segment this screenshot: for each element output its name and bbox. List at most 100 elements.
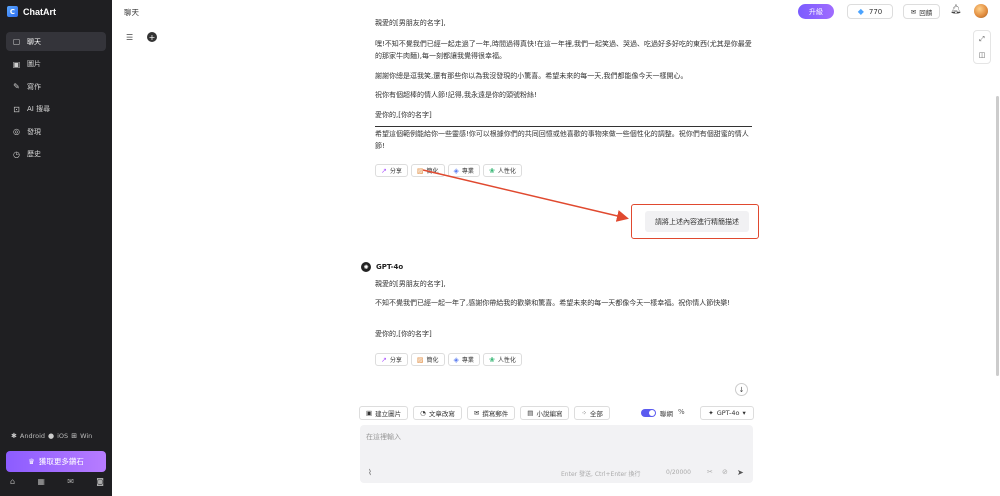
- image-icon: ▣: [12, 59, 21, 69]
- discover-icon: ◎: [13, 127, 20, 136]
- chat-icon: ▢: [12, 37, 21, 46]
- simplify-button[interactable]: ▨ 簡化: [410, 164, 445, 177]
- gift-icon[interactable]: ▦: [37, 477, 45, 486]
- professional-icon: ◈: [453, 166, 459, 175]
- create-image-button[interactable]: ▣ 建立圖片: [359, 406, 409, 420]
- expand-icon[interactable]: ⤢: [979, 35, 985, 44]
- reply-actions: ↗ 分享 ▨ 簡化 ◈ 專業 ❀ 人性化: [375, 353, 522, 366]
- divider: [375, 126, 752, 127]
- message-input[interactable]: [366, 432, 666, 446]
- sidebar-bottom-bar: ⌂ ▦ ✉ ◙: [10, 477, 104, 486]
- mail-icon[interactable]: ✉: [67, 477, 74, 486]
- reply-paragraph: 不知不覺我們已經一起一年了,感謝你帶給我的歡樂和驚喜。希望未來的每一天都像今天一…: [375, 299, 731, 307]
- write-email-button[interactable]: ✉ 撰寫郵件: [466, 406, 516, 420]
- chip-label: 文章改寫: [428, 410, 455, 418]
- microphone-icon[interactable]: ⊘: [722, 468, 728, 476]
- percent-icon[interactable]: %: [678, 408, 685, 416]
- chip-label: 撰寫郵件: [482, 410, 509, 418]
- sidebar-item-ai-search[interactable]: ⊡ AI 搜尋: [6, 100, 106, 119]
- novel-writing-button[interactable]: ▤ 小說編寫: [520, 406, 570, 420]
- sidebar-item-discover[interactable]: ◎ 發現: [6, 122, 106, 141]
- chevron-down-icon: ▾: [742, 409, 746, 417]
- simplify-button[interactable]: ▨ 簡化: [410, 353, 445, 366]
- avatar[interactable]: [974, 4, 988, 18]
- sidebar-item-label: 聊天: [27, 37, 41, 46]
- all-tools-button[interactable]: ⁘ 全部: [574, 406, 610, 420]
- feedback-button[interactable]: ✉ 回饋: [903, 4, 940, 19]
- new-chat-icon[interactable]: +: [147, 32, 157, 42]
- scrollbar-thumb[interactable]: [996, 96, 999, 376]
- feedback-label: 回饋: [919, 8, 933, 17]
- novel-icon: ▤: [527, 409, 534, 417]
- model-select[interactable]: ✦ GPT-4o ▾: [700, 406, 754, 420]
- paperclip-icon[interactable]: ⌇: [368, 468, 372, 477]
- professional-button[interactable]: ◈ 專業: [447, 164, 480, 177]
- scissors-icon[interactable]: ✂: [707, 468, 713, 476]
- sidebar-item-history[interactable]: ◷ 歷史: [6, 145, 106, 164]
- message-paragraph: 謝謝你總是逗我笑,還有那些你以為我沒發現的小驚喜。希望未來的每一天,我們都能像今…: [375, 72, 688, 80]
- user-message: 請將上述內容進行精簡描述: [645, 211, 749, 232]
- mail-icon: ✉: [910, 7, 917, 16]
- create-image-icon: ▣: [366, 409, 373, 417]
- input-hint: Enter 發送, Ctrl+Enter 換行: [561, 471, 641, 478]
- ai-search-icon: ⊡: [13, 104, 20, 114]
- humanize-button[interactable]: ❀ 人性化: [482, 164, 522, 177]
- conversation-list-icon[interactable]: ☰: [126, 33, 133, 42]
- chip-label: 小說編寫: [536, 410, 563, 418]
- discord-icon[interactable]: ◙: [96, 477, 104, 486]
- input-toolbar: ▣ 建立圖片 ◔ 文章改寫 ✉ 撰寫郵件 ▤ 小說編寫 ⁘ 全部: [359, 406, 610, 420]
- sidebar-item-label: AI 搜尋: [27, 105, 51, 113]
- windows-icon[interactable]: ⊞: [71, 432, 77, 440]
- message-input-box: ⌇ Enter 發送, Ctrl+Enter 換行 0/20000 ✂ ⊘ ➤: [360, 425, 753, 483]
- action-label: 分享: [389, 168, 402, 175]
- bell-icon[interactable]: 🔔︎: [950, 5, 961, 15]
- professional-icon: ◈: [453, 355, 459, 364]
- sidebar-nav: ▢ 聊天 ▣ 圖片 ✎ 寫作 ⊡ AI 搜尋 ◎ 發現 ◷ 歷史: [6, 32, 106, 167]
- network-label: 聯網: [660, 410, 673, 418]
- professional-button[interactable]: ◈ 專業: [447, 353, 480, 366]
- sparkle-icon: ✦: [708, 409, 714, 417]
- share-icon: ↗: [381, 166, 387, 175]
- email-icon: ✉: [473, 409, 480, 417]
- get-more-diamonds-button[interactable]: ♛ 獲取更多鑽石: [6, 451, 106, 472]
- bot-name: GPT-4o: [376, 263, 404, 271]
- android-icon[interactable]: ✱: [11, 432, 17, 440]
- message-paragraph: 祝你有個超棒的情人節!記得,我永遠是你的頭號粉絲!: [375, 91, 537, 99]
- share-button[interactable]: ↗ 分享: [375, 353, 408, 366]
- rewrite-icon: ◔: [420, 409, 426, 417]
- network-toggle[interactable]: 聯網: [641, 408, 673, 418]
- share-button[interactable]: ↗ 分享: [375, 164, 408, 177]
- message-paragraph: 愛你的,[你的名字]: [375, 111, 432, 119]
- apple-icon[interactable]: ●: [48, 432, 54, 440]
- sidebar: C ChatArt ▢ 聊天 ▣ 圖片 ✎ 寫作 ⊡ AI 搜尋 ◎ 發現 ◷ …: [0, 0, 112, 496]
- sidebar-item-chat[interactable]: ▢ 聊天: [6, 32, 106, 51]
- simplify-icon: ▨: [416, 166, 424, 175]
- write-icon: ✎: [13, 82, 20, 91]
- platform-ios[interactable]: iOS: [57, 432, 68, 440]
- message-actions: ↗ 分享 ▨ 簡化 ◈ 專業 ❀ 人性化: [375, 164, 522, 177]
- upgrade-button[interactable]: 升級: [798, 4, 834, 19]
- diamond-balance[interactable]: ◆ 770: [847, 4, 893, 19]
- humanize-button[interactable]: ❀ 人性化: [482, 353, 522, 366]
- home-icon[interactable]: ⌂: [10, 477, 15, 486]
- send-icon[interactable]: ➤: [737, 468, 744, 477]
- rewrite-button[interactable]: ◔ 文章改寫: [413, 406, 462, 420]
- diamond-icon: ◆: [857, 7, 864, 16]
- chatart-logo-icon: C: [7, 6, 18, 17]
- sidebar-item-write[interactable]: ✎ 寫作: [6, 77, 106, 96]
- scroll-to-bottom-button[interactable]: ↓: [735, 383, 748, 396]
- action-label: 人性化: [497, 357, 516, 364]
- platform-win[interactable]: Win: [80, 432, 92, 440]
- history-icon: ◷: [13, 149, 20, 159]
- reply-line: 親愛的[男朋友的名字],: [375, 280, 446, 288]
- platform-downloads: ✱ Android ● iOS ⊞ Win: [11, 432, 92, 440]
- sidebar-item-image[interactable]: ▣ 圖片: [6, 55, 106, 74]
- message-paragraph: 希望這個範例能給你一些靈感!你可以根據你們的共同回憶或他喜歡的事物來做一些個性化…: [375, 130, 749, 150]
- platform-android[interactable]: Android: [20, 432, 45, 440]
- sidebar-item-label: 發現: [27, 127, 41, 136]
- brand[interactable]: C ChatArt: [7, 6, 56, 17]
- page-title: 聊天: [124, 8, 139, 17]
- split-view-icon[interactable]: ◫: [979, 51, 986, 59]
- network-switch[interactable]: [641, 409, 656, 417]
- humanize-icon: ❀: [488, 166, 495, 175]
